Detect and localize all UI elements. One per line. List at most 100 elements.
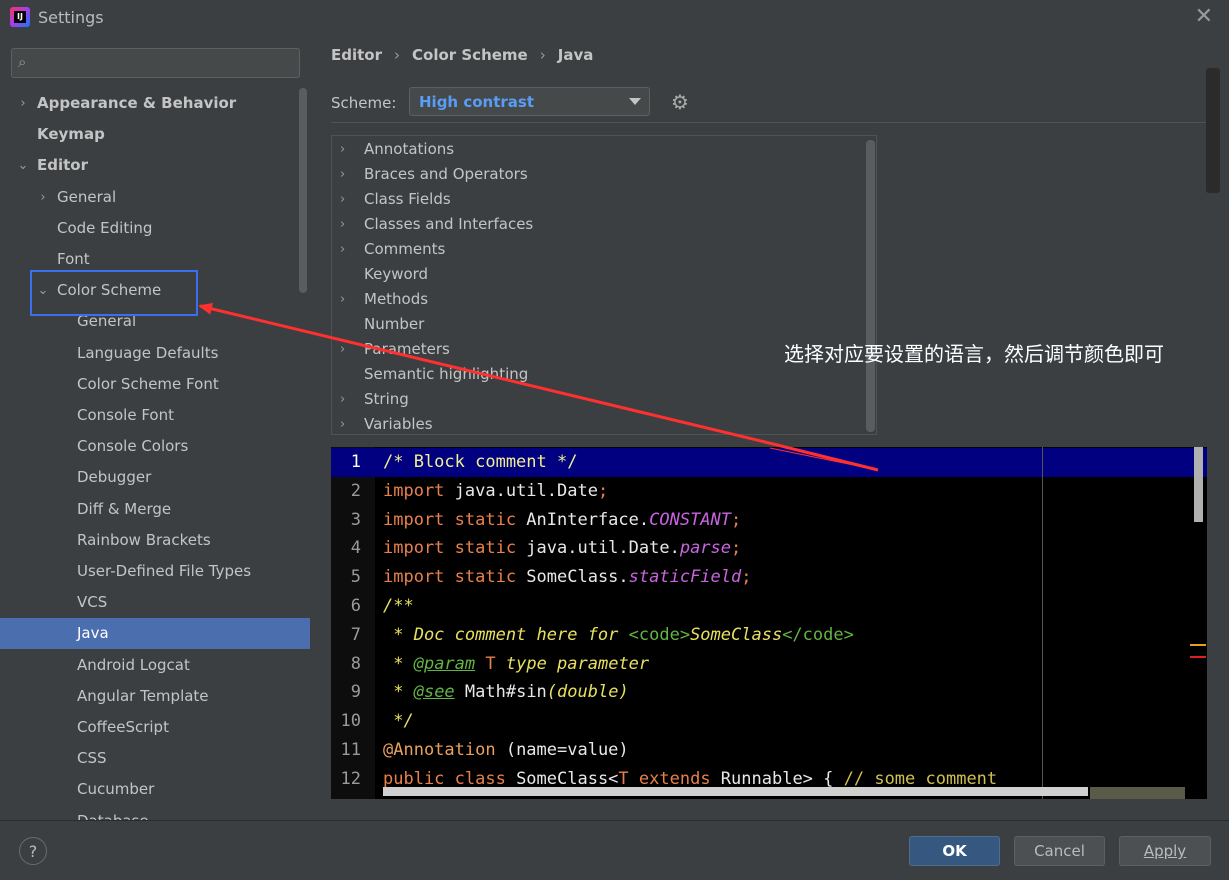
chevron-right-icon[interactable]: › xyxy=(340,337,345,362)
chevron-right-icon[interactable]: › xyxy=(340,187,345,212)
chevron-right-icon[interactable]: › xyxy=(340,137,345,162)
category-label: Variables xyxy=(364,415,433,433)
code-line[interactable]: 5 import static SomeClass.staticField; xyxy=(331,563,1207,592)
chevron-right-icon[interactable]: › xyxy=(340,237,345,262)
sidebar-item-label: Editor xyxy=(37,156,88,175)
sidebar-item-vcs[interactable]: VCS xyxy=(0,587,310,618)
code-text: import java.util.Date; xyxy=(383,477,608,506)
sidebar-item-label: Debugger xyxy=(77,468,152,487)
chevron-right-icon[interactable]: › xyxy=(36,182,50,213)
sidebar-item-appearance-behavior[interactable]: › Appearance & Behavior xyxy=(0,88,310,119)
sidebar-item-user-defined-file-types[interactable]: User-Defined File Types xyxy=(0,556,310,587)
sidebar-item-console-font[interactable]: Console Font xyxy=(0,400,310,431)
code-line[interactable]: 7 * Doc comment here for <code>SomeClass… xyxy=(331,621,1207,650)
chevron-right-icon[interactable]: › xyxy=(16,88,30,119)
code-text: import static AnInterface.CONSTANT; xyxy=(383,506,741,535)
category-item[interactable]: › Variables xyxy=(332,412,872,434)
code-line[interactable]: 11 @Annotation (name=value) xyxy=(331,736,1207,765)
chevron-right-icon[interactable]: › xyxy=(340,162,345,187)
category-item[interactable]: › Class Fields xyxy=(332,187,872,212)
sidebar-item-console-colors[interactable]: Console Colors xyxy=(0,431,310,462)
code-line[interactable]: 1 /* Block comment */ xyxy=(331,448,1207,477)
sidebar-item-css[interactable]: CSS xyxy=(0,743,310,774)
editor-horizontal-scrollbar[interactable] xyxy=(383,787,1088,796)
close-icon[interactable]: ✕ xyxy=(1195,4,1213,29)
category-item[interactable]: › Braces and Operators xyxy=(332,162,872,187)
sidebar-scrollbar[interactable] xyxy=(299,88,307,293)
sidebar-item-diff-merge[interactable]: Diff & Merge xyxy=(0,494,310,525)
sidebar-item-language-defaults[interactable]: Language Defaults xyxy=(0,338,310,369)
divider xyxy=(331,122,1211,123)
category-label: Braces and Operators xyxy=(364,165,528,183)
sidebar-item-rainbow-brackets[interactable]: Rainbow Brackets xyxy=(0,525,310,556)
code-token: * xyxy=(383,653,414,674)
category-item[interactable]: › Comments xyxy=(332,237,872,262)
help-button[interactable]: ? xyxy=(19,837,47,865)
cancel-button[interactable]: Cancel xyxy=(1014,836,1105,866)
category-label: Semantic highlighting xyxy=(364,365,529,383)
code-line[interactable]: 8 * @param T type parameter xyxy=(331,650,1207,679)
chevron-right-icon[interactable]: › xyxy=(340,387,345,412)
search-box[interactable]: ⌕ xyxy=(11,48,300,78)
sidebar-item-general[interactable]: › General xyxy=(0,182,310,213)
warning-marker[interactable] xyxy=(1190,644,1206,646)
code-line[interactable]: 3 import static AnInterface.CONSTANT; xyxy=(331,506,1207,535)
line-number: 6 xyxy=(350,596,361,616)
error-marker[interactable] xyxy=(1190,656,1206,658)
chevron-down-icon[interactable]: ⌄ xyxy=(16,150,30,181)
sidebar-item-label: User-Defined File Types xyxy=(77,562,252,580)
sidebar-item-debugger[interactable]: Debugger xyxy=(0,462,310,493)
gear-icon[interactable]: ⚙ xyxy=(671,90,689,114)
scheme-dropdown[interactable]: High contrast xyxy=(409,87,650,116)
category-item[interactable]: › Classes and Interfaces xyxy=(332,212,872,237)
code-token: @param xyxy=(413,653,476,674)
sidebar-item-coffeescript[interactable]: CoffeeScript xyxy=(0,712,310,743)
chevron-right-icon[interactable]: › xyxy=(340,412,345,434)
settings-tree: › Appearance & Behavior Keymap ⌄ Editor › Gene… xyxy=(0,88,310,820)
code-preview[interactable]: 1 /* Block comment */ 2 import java.util.Da… xyxy=(331,447,1207,799)
code-line[interactable]: 10 */ xyxy=(331,707,1207,736)
chevron-right-icon[interactable]: › xyxy=(340,287,345,312)
sidebar-item-label: Console Font xyxy=(77,406,174,424)
sidebar-item-label: Appearance & Behavior xyxy=(37,94,237,112)
category-item[interactable]: › Methods xyxy=(332,287,872,312)
ok-button[interactable]: OK xyxy=(909,836,1000,866)
breadcrumb-java: Java xyxy=(557,46,594,64)
chevron-right-icon[interactable]: › xyxy=(340,212,345,237)
breadcrumb-editor[interactable]: Editor xyxy=(331,46,382,64)
sidebar-item-color-scheme-font[interactable]: Color Scheme Font xyxy=(0,369,310,400)
category-label: String xyxy=(364,390,409,408)
sidebar-item-label: CSS xyxy=(77,749,107,768)
sidebar-item-label: General xyxy=(57,187,117,206)
code-line[interactable]: 4 import static java.util.Date.parse; xyxy=(331,534,1207,563)
search-input[interactable] xyxy=(42,52,296,74)
code-line[interactable]: 9 * @see Math#sin(double) xyxy=(331,678,1207,707)
breadcrumb: Editor › Color Scheme › Java xyxy=(331,46,593,64)
editor-vertical-scrollbar[interactable] xyxy=(1194,447,1203,522)
breadcrumb-color-scheme[interactable]: Color Scheme xyxy=(412,46,528,64)
code-text: @Annotation (name=value) xyxy=(383,736,629,765)
sidebar-item-editor[interactable]: ⌄ Editor xyxy=(0,150,310,181)
sidebar-item-cucumber[interactable]: Cucumber xyxy=(0,774,310,805)
line-number: 8 xyxy=(350,653,361,674)
category-item[interactable]: › String xyxy=(332,387,872,412)
line-number: 12 xyxy=(340,768,361,789)
sidebar-item-java[interactable]: Java xyxy=(0,618,310,650)
sidebar-item-android-logcat[interactable]: Android Logcat xyxy=(0,650,310,681)
sidebar-item-angular-template[interactable]: Angular Template xyxy=(0,681,310,712)
sidebar-item-label: VCS xyxy=(77,593,108,612)
category-item[interactable]: › Annotations xyxy=(332,137,872,162)
code-token: <code> xyxy=(628,624,691,645)
code-line[interactable]: 6 /** xyxy=(331,592,1207,621)
code-token: import static xyxy=(383,567,517,588)
code-line[interactable]: 2 import java.util.Date; xyxy=(331,477,1207,506)
content-scrollbar[interactable] xyxy=(1206,68,1220,193)
sidebar-item-database[interactable]: Database xyxy=(0,806,310,820)
sidebar-item-label: CoffeeScript xyxy=(77,718,169,736)
apply-button[interactable]: Apply xyxy=(1119,836,1211,866)
code-token: staticField xyxy=(628,567,742,588)
category-item[interactable]: Number xyxy=(332,312,872,337)
sidebar-item-keymap[interactable]: Keymap xyxy=(0,119,310,150)
sidebar-item-code-editing[interactable]: Code Editing xyxy=(0,213,310,244)
category-item[interactable]: Keyword xyxy=(332,262,872,287)
